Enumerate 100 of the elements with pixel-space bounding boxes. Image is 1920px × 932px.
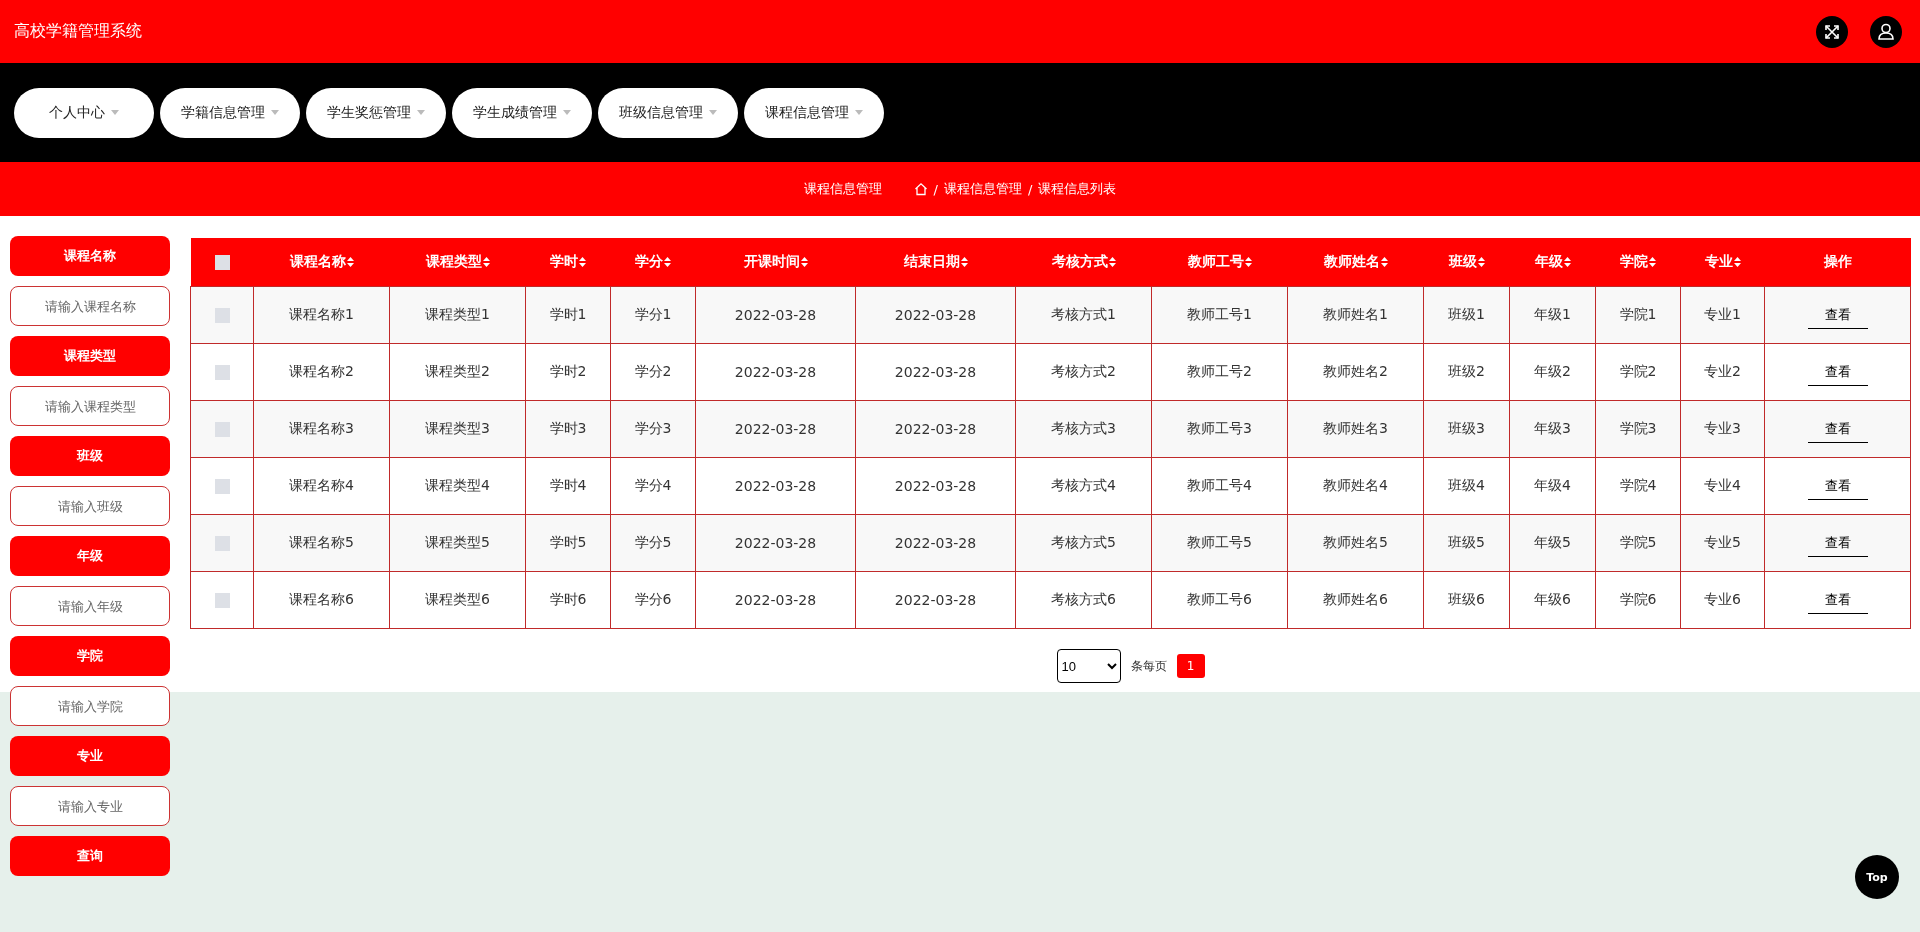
table-cell: 班级4: [1448, 477, 1485, 493]
table-cell: 课程名称4: [289, 477, 354, 493]
column-header[interactable]: 教师工号: [1187, 253, 1244, 271]
row-checkbox[interactable]: [214, 536, 230, 552]
table-cell: 学院3: [1619, 420, 1657, 436]
sort-icon[interactable]: [1649, 257, 1656, 267]
column-header[interactable]: 学院: [1620, 253, 1648, 271]
table-cell: 教师姓名2: [1323, 363, 1388, 379]
row-checkbox[interactable]: [214, 479, 230, 495]
table-cell: 考核方式4: [1051, 477, 1116, 493]
table-cell: 课程名称6: [289, 591, 354, 607]
table-cell: 年级5: [1534, 534, 1571, 550]
table-cell: 课程类型1: [425, 306, 490, 322]
column-header[interactable]: 学分: [635, 253, 663, 271]
sort-icon[interactable]: [579, 257, 586, 267]
table-cell: 班级3: [1448, 420, 1485, 436]
filter-label: 年级: [10, 536, 170, 576]
table-cell: 班级2: [1448, 363, 1485, 379]
column-header[interactable]: 学时: [550, 253, 578, 271]
nav-menu-button[interactable]: 学籍信息管理: [160, 87, 300, 138]
nav-menu-button[interactable]: 学生成绩管理: [452, 87, 592, 138]
caret-icon: [111, 110, 119, 115]
column-header[interactable]: 开课时间: [743, 253, 800, 271]
table-cell: 班级5: [1448, 534, 1485, 550]
search-button[interactable]: 查询: [10, 836, 170, 876]
nav-menu-button[interactable]: 课程信息管理: [744, 87, 884, 138]
filter-input[interactable]: 请输入学院: [10, 686, 170, 726]
column-header[interactable]: 课程类型: [425, 253, 482, 271]
sort-icon[interactable]: [1108, 257, 1116, 267]
table-cell: 年级1: [1534, 306, 1571, 322]
sort-icon[interactable]: [664, 257, 671, 267]
caret-icon: [855, 110, 863, 115]
nav-menu-button[interactable]: 个人中心: [14, 87, 154, 138]
table-cell: 课程名称3: [289, 420, 354, 436]
filter-input[interactable]: 请输入课程名称: [10, 286, 170, 326]
nav-menu-button[interactable]: 学生奖惩管理: [306, 87, 446, 138]
sort-icon[interactable]: [482, 257, 490, 267]
column-header[interactable]: 班级: [1448, 253, 1477, 271]
column-header[interactable]: 操作: [1823, 253, 1852, 271]
table-cell: 学院4: [1619, 477, 1657, 493]
row-checkbox[interactable]: [214, 308, 230, 324]
table-cell: 教师姓名6: [1323, 591, 1388, 607]
row-checkbox[interactable]: [214, 422, 230, 438]
home-icon[interactable]: [913, 182, 928, 196]
filter-label: 学院: [10, 636, 170, 676]
filter-input[interactable]: 请输入专业: [10, 786, 170, 826]
sort-icon[interactable]: [1733, 257, 1741, 267]
column-header[interactable]: 教师姓名: [1323, 253, 1380, 271]
table-cell: 班级1: [1448, 306, 1485, 322]
sort-icon[interactable]: [1244, 257, 1252, 267]
table-cell: 考核方式5: [1051, 534, 1116, 550]
column-header[interactable]: 课程名称: [289, 253, 346, 271]
row-checkbox[interactable]: [214, 365, 230, 381]
table-cell: 2022-03-28: [894, 421, 977, 437]
sort-icon[interactable]: [346, 257, 354, 267]
table-cell: 教师姓名3: [1323, 420, 1388, 436]
table-cell: 2022-03-28: [894, 364, 977, 380]
table-cell: 班级6: [1448, 591, 1485, 607]
row-checkbox[interactable]: [214, 593, 230, 609]
filter-input[interactable]: 请输入课程类型: [10, 386, 170, 426]
table-cell: 2022-03-28: [734, 364, 817, 380]
table-cell: 2022-03-28: [894, 535, 977, 551]
breadcrumb-item[interactable]: 课程信息列表: [1038, 180, 1117, 198]
breadcrumb-item[interactable]: 课程信息管理: [944, 180, 1022, 198]
table-cell: 2022-03-28: [894, 307, 977, 323]
column-header[interactable]: 专业: [1704, 253, 1733, 271]
filter-label: 课程类型: [10, 336, 170, 376]
table-cell: 教师工号5: [1187, 534, 1252, 550]
column-header[interactable]: 结束日期: [903, 253, 960, 271]
table-cell: 学时5: [549, 534, 587, 550]
caret-icon: [709, 110, 717, 115]
table-cell: 课程类型6: [425, 591, 490, 607]
sort-icon[interactable]: [800, 257, 808, 267]
page-button[interactable]: 1: [1176, 654, 1205, 678]
select-all-checkbox[interactable]: [214, 255, 230, 271]
sort-icon[interactable]: [1477, 257, 1485, 267]
caret-icon: [271, 110, 279, 115]
filter-input[interactable]: 请输入年级: [10, 586, 170, 626]
column-header[interactable]: 年级: [1534, 253, 1563, 271]
column-header[interactable]: 考核方式: [1051, 253, 1108, 271]
sort-icon[interactable]: [1380, 257, 1388, 267]
nav-menu-button[interactable]: 班级信息管理: [598, 87, 738, 138]
filter-input[interactable]: 请输入班级: [10, 486, 170, 526]
table-cell: 课程名称5: [289, 534, 354, 550]
fullscreen-icon[interactable]: [1816, 15, 1848, 48]
table-cell: 年级6: [1534, 591, 1571, 607]
sort-icon[interactable]: [1563, 257, 1571, 267]
table-cell: 学时3: [549, 420, 587, 436]
table-cell: 学分4: [634, 477, 672, 493]
page-size-select[interactable]: 10: [1056, 649, 1121, 683]
table-cell: 年级3: [1534, 420, 1571, 436]
filter-label: 班级: [10, 436, 170, 476]
table-cell: 2022-03-28: [734, 421, 817, 437]
table-cell: 2022-03-28: [734, 592, 817, 608]
table-cell: 课程类型4: [425, 477, 490, 493]
user-icon[interactable]: [1870, 15, 1902, 48]
table-cell: 考核方式1: [1051, 306, 1116, 322]
table-cell: 2022-03-28: [894, 478, 977, 494]
sort-icon[interactable]: [960, 257, 968, 267]
table-cell: 教师工号2: [1187, 363, 1252, 379]
